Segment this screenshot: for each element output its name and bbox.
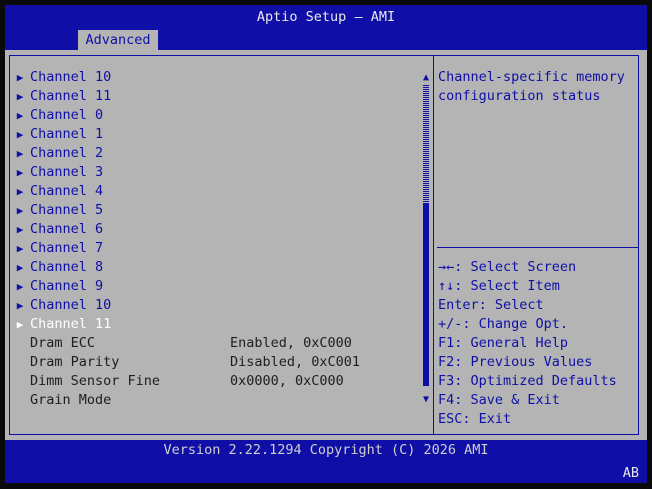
key-esc-exit: ESC: Exit [438,411,512,427]
help-text-line-2: configuration status [438,88,601,104]
vertical-divider [433,55,434,435]
submenu-arrow-icon: ▶ [16,147,24,160]
menu-item-label: Channel 9 [30,278,104,294]
submenu-arrow-icon: ▶ [16,318,24,331]
menu-item-label: Channel 10 [30,297,112,313]
key-change-opt: +/-: Change Opt. [438,316,569,332]
menu-item-label: Channel 5 [30,202,104,218]
key-save-exit: F4: Save & Exit [438,392,560,408]
menu-item-label: Channel 1 [30,126,104,142]
setting-value: Disabled, 0xC001 [230,354,361,370]
setting-value: 0x0000, 0xC000 [230,373,344,389]
menu-item-label: Channel 7 [30,240,104,256]
app-title: Aptio Setup – AMI [256,9,396,25]
setting-label: Dram Parity [30,354,120,370]
submenu-arrow-icon: ▶ [16,204,24,217]
submenu-arrow-icon: ▶ [16,166,24,179]
help-text-line-1: Channel-specific memory [438,69,625,85]
key-optimized-defaults: F3: Optimized Defaults [438,373,617,389]
key-previous-values: F2: Previous Values [438,354,593,370]
scroll-down-icon[interactable]: ▼ [421,395,431,405]
menu-item-label: Channel 3 [30,164,104,180]
menu-item-label: Channel 6 [30,221,104,237]
scroll-up-icon[interactable]: ▲ [421,73,431,83]
scrollbar-track[interactable] [423,84,429,204]
menu-item-label: Channel 11 [30,88,112,104]
submenu-arrow-icon: ▶ [16,128,24,141]
setting-value: Enabled, 0xC000 [230,335,352,351]
submenu-arrow-icon: ▶ [16,242,24,255]
menu-item-label: Channel 0 [30,107,104,123]
submenu-arrow-icon: ▶ [16,223,24,236]
menu-item-label: Channel 11 [30,316,112,332]
menu-item-label: Channel 2 [30,145,104,161]
submenu-arrow-icon: ▶ [16,280,24,293]
submenu-arrow-icon: ▶ [16,90,24,103]
submenu-arrow-icon: ▶ [16,71,24,84]
setting-label: Grain Mode [30,392,112,408]
submenu-arrow-icon: ▶ [16,109,24,122]
submenu-arrow-icon: ▶ [16,185,24,198]
key-general-help: F1: General Help [438,335,569,351]
version-footer: Version 2.22.1294 Copyright (C) 2026 AMI [163,442,489,458]
help-divider [437,247,639,248]
main-panel: ▶ Channel 10 ▶ Channel 11 ▶ Channel 0 ▶ … [5,50,647,440]
menu-item-label: Channel 10 [30,69,112,85]
key-select-item: ↑↓: Select Item [438,278,560,294]
scrollbar-thumb[interactable] [423,204,429,386]
bios-window: Aptio Setup – AMI Advanced ▶ Channel 10 … [5,5,647,483]
status-badge: AB [622,465,639,481]
key-enter: Enter: Select [438,297,544,313]
menu-item-label: Channel 8 [30,259,104,275]
submenu-arrow-icon: ▶ [16,299,24,312]
key-select-screen: →←: Select Screen [438,259,577,275]
menu-item-label: Channel 4 [30,183,104,199]
submenu-arrow-icon: ▶ [16,261,24,274]
setting-label: Dram ECC [30,335,96,351]
tab-advanced[interactable]: Advanced [78,30,158,50]
setting-label: Dimm Sensor Fine [30,373,161,389]
